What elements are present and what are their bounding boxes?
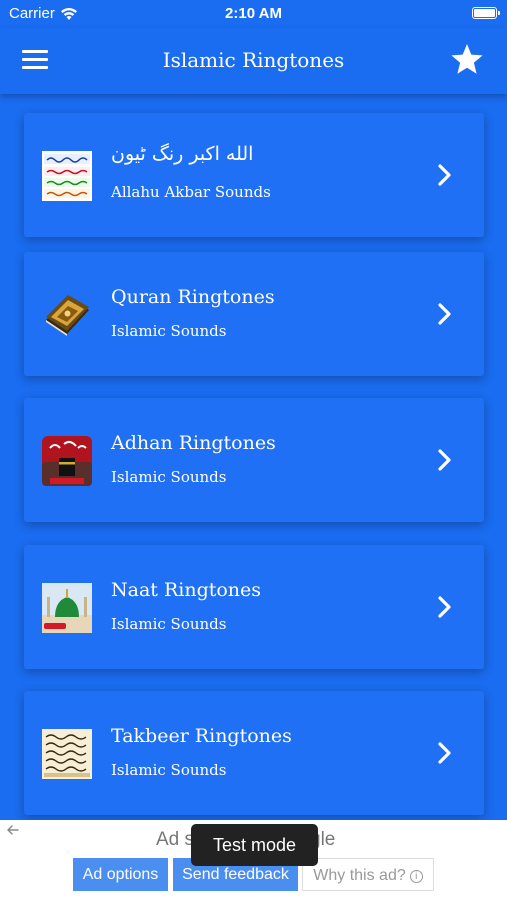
takbeer-calligraphy-thumbnail xyxy=(42,729,92,779)
why-this-ad-button[interactable]: Why this ad? i xyxy=(302,858,434,891)
card-allahu-akbar[interactable]: الله اکبر رنگ ٹیون Allahu Akbar Sounds xyxy=(24,113,484,237)
why-this-ad-label: Why this ad? xyxy=(313,867,406,884)
clock: 2:10 AM xyxy=(225,5,282,22)
test-mode-toast: Test mode xyxy=(191,824,318,866)
page-title: Islamic Ringtones xyxy=(162,48,345,72)
card-adhan[interactable]: Adhan Ringtones Islamic Sounds xyxy=(24,398,484,522)
card-title: Adhan Ringtones xyxy=(111,432,276,454)
status-bar: Carrier 2:10 AM xyxy=(0,0,507,28)
card-quran[interactable]: Quran Ringtones Islamic Sounds xyxy=(24,252,484,376)
chevron-right-icon xyxy=(438,449,451,471)
chevron-right-icon xyxy=(438,303,451,325)
card-subtitle: Allahu Akbar Sounds xyxy=(111,183,271,201)
card-subtitle: Islamic Sounds xyxy=(111,322,227,340)
chevron-right-icon xyxy=(438,742,451,764)
quran-book-thumbnail xyxy=(46,295,89,336)
card-subtitle: Islamic Sounds xyxy=(111,615,227,633)
battery-icon xyxy=(472,7,500,19)
card-title: Naat Ringtones xyxy=(111,579,262,601)
back-arrow-icon[interactable] xyxy=(6,823,20,837)
card-takbeer[interactable]: Takbeer Ringtones Islamic Sounds xyxy=(24,691,484,815)
info-icon: i xyxy=(409,870,423,883)
ad-options-button[interactable]: Ad options xyxy=(73,858,168,891)
kaaba-adhan-thumbnail xyxy=(42,436,92,486)
card-title: Takbeer Ringtones xyxy=(111,725,292,747)
card-subtitle: Islamic Sounds xyxy=(111,468,227,486)
ad-banner: Ad s gle Ad options Send feedback Why th… xyxy=(0,820,507,900)
card-title: Quran Ringtones xyxy=(111,286,275,308)
allahu-akbar-calligraphy-thumbnail xyxy=(42,151,92,201)
category-list: الله اکبر رنگ ٹیون Allahu Akbar Sounds Q… xyxy=(0,94,507,820)
card-subtitle: Islamic Sounds xyxy=(111,761,227,779)
chevron-right-icon xyxy=(438,164,451,186)
card-naat[interactable]: Naat Ringtones Islamic Sounds xyxy=(24,545,484,669)
chevron-right-icon xyxy=(438,596,451,618)
ad-label-text: Ad s xyxy=(156,829,195,850)
battery-fill xyxy=(474,9,495,17)
card-title: الله اکبر رنگ ٹیون xyxy=(111,143,254,165)
app-bar: Islamic Ringtones xyxy=(0,28,507,94)
star-icon[interactable] xyxy=(449,42,485,78)
green-dome-thumbnail xyxy=(42,583,92,633)
